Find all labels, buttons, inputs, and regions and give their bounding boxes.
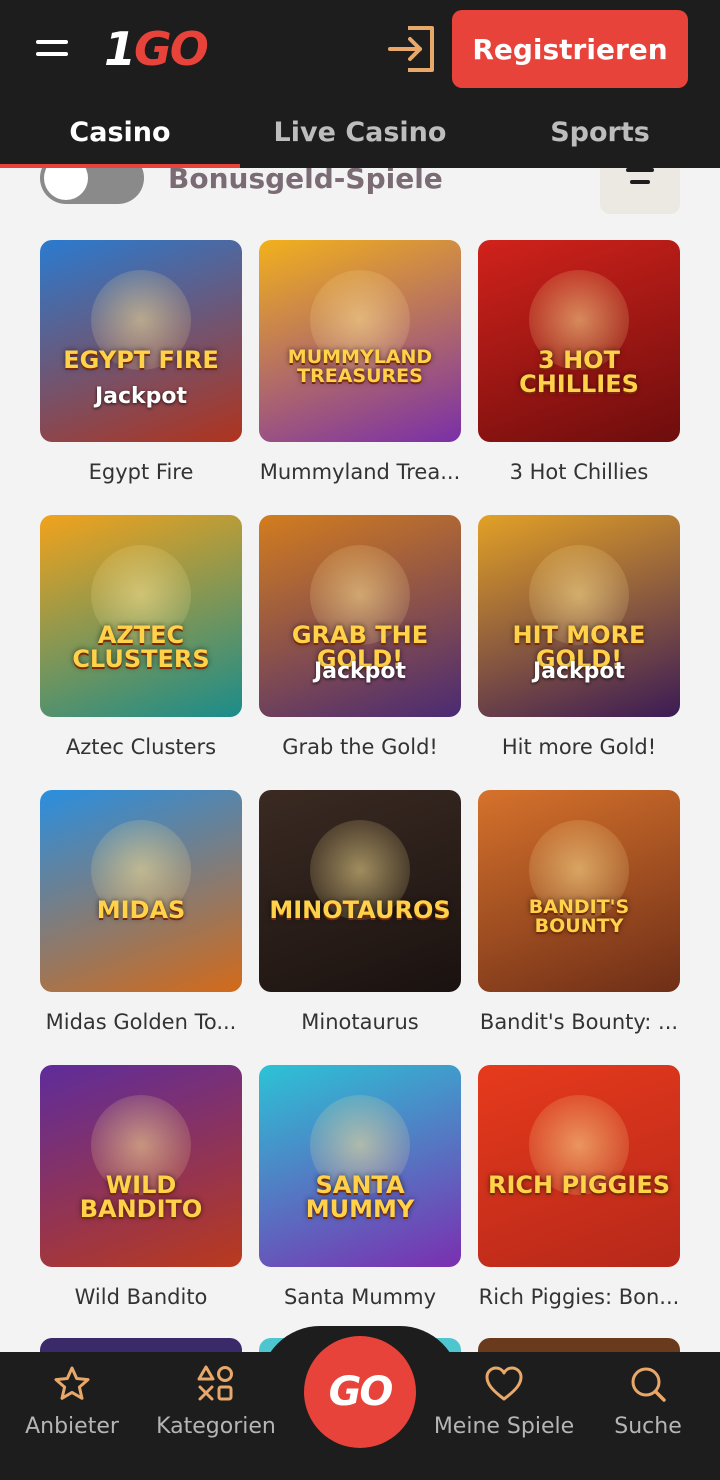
menu-icon[interactable] xyxy=(36,37,68,59)
game-thumbnail[interactable]: EGYPT FIRE Jackpot xyxy=(40,240,242,442)
game-name: Grab the Gold! xyxy=(282,735,438,759)
categories-icon xyxy=(197,1365,233,1401)
game-name: Midas Golden To... xyxy=(45,1010,237,1034)
game-name: Rich Piggies: Bon... xyxy=(478,1285,680,1309)
game-art-title: MIDAS xyxy=(96,896,186,924)
bonus-games-toggle[interactable] xyxy=(40,168,144,204)
casino-page: 1GO Registrieren Casino Live Casino Spor… xyxy=(0,0,720,1480)
game-thumbnail[interactable]: AZTEC CLUSTERS xyxy=(40,515,242,717)
register-button[interactable]: Registrieren xyxy=(452,10,688,88)
main-tabs: Casino Live Casino Sports xyxy=(0,96,720,168)
nav-providers[interactable]: Anbieter xyxy=(22,1352,122,1480)
nav-my-games[interactable]: Meine Spiele xyxy=(432,1352,576,1480)
game-thumbnail[interactable]: MUMMYLAND TREASURES xyxy=(259,240,461,442)
sort-button[interactable] xyxy=(600,168,680,214)
game-thumbnail[interactable]: MIDAS xyxy=(40,790,242,992)
game-thumbnail[interactable]: BANDIT'S BOUNTY xyxy=(478,790,680,992)
game-art-title: MUMMYLAND TREASURES xyxy=(287,346,433,387)
star-icon xyxy=(54,1366,90,1400)
logo-go: GO xyxy=(134,22,209,76)
game-name: 3 Hot Chillies xyxy=(509,460,649,484)
game-card[interactable]: MIDAS Midas Golden To... xyxy=(40,790,242,1034)
game-thumbnail[interactable]: 3 HOT CHILLIES xyxy=(478,240,680,442)
game-thumbnail[interactable]: SANTA MUMMY xyxy=(259,1065,461,1267)
bonus-games-label: Bonusgeld-Spiele xyxy=(168,168,443,195)
nav-search-label: Suche xyxy=(614,1414,682,1439)
heart-icon xyxy=(485,1366,523,1401)
login-icon[interactable] xyxy=(386,24,438,74)
nav-categories-label: Kategorien xyxy=(156,1414,276,1439)
game-thumbnail[interactable]: RICH PIGGIES xyxy=(478,1065,680,1267)
game-art-title: EGYPT FIRE xyxy=(63,346,219,374)
game-art-title: BANDIT'S BOUNTY xyxy=(528,896,630,937)
game-name: Hit more Gold! xyxy=(501,735,657,759)
game-art-title: WILD BANDITO xyxy=(79,1171,203,1223)
game-art-title: SANTA MUMMY xyxy=(305,1171,415,1223)
game-card[interactable]: GRAB THE GOLD! Jackpot Grab the Gold! xyxy=(259,515,461,759)
game-name: Mummyland Trea... xyxy=(259,460,461,484)
filter-row: Bonusgeld-Spiele xyxy=(0,168,720,218)
jackpot-badge: Jackpot xyxy=(313,659,407,684)
nav-my-games-label: Meine Spiele xyxy=(433,1414,575,1439)
toggle-knob xyxy=(44,168,88,200)
game-card[interactable]: MUMMYLAND TREASURES Mummyland Trea... xyxy=(259,240,461,484)
game-card[interactable]: AZTEC CLUSTERS Aztec Clusters xyxy=(40,515,242,759)
game-card[interactable]: WILD BANDITO Wild Bandito xyxy=(40,1065,242,1309)
nav-categories[interactable]: Kategorien xyxy=(156,1352,276,1480)
nav-search[interactable]: Suche xyxy=(600,1352,696,1480)
jackpot-badge: Jackpot xyxy=(532,659,626,684)
logo-one: 1 xyxy=(104,22,136,76)
game-card[interactable]: RICH PIGGIES Rich Piggies: Bon... xyxy=(478,1065,680,1309)
game-art-title: 3 HOT CHILLIES xyxy=(519,346,639,398)
game-card[interactable]: HIT MORE GOLD! Jackpot Hit more Gold! xyxy=(478,515,680,759)
game-card[interactable]: EGYPT FIRE Jackpot Egypt Fire xyxy=(40,240,242,484)
game-art-title: RICH PIGGIES xyxy=(488,1171,670,1199)
game-card[interactable]: BANDIT'S BOUNTY Bandit's Bounty: ... xyxy=(478,790,680,1034)
tab-casino[interactable]: Casino xyxy=(0,96,240,168)
game-name: Aztec Clusters xyxy=(65,735,217,759)
game-name: Bandit's Bounty: ... xyxy=(479,1010,679,1034)
game-thumbnail[interactable]: GRAB THE GOLD! Jackpot xyxy=(259,515,461,717)
tab-sports[interactable]: Sports xyxy=(480,96,720,168)
nav-providers-label: Anbieter xyxy=(25,1414,119,1439)
top-header: 1GO Registrieren xyxy=(0,0,720,96)
game-name: Minotaurus xyxy=(301,1010,419,1034)
game-name: Egypt Fire xyxy=(88,460,194,484)
game-name: Santa Mummy xyxy=(283,1285,437,1309)
game-card[interactable]: MINOTAUROS Minotaurus xyxy=(259,790,461,1034)
jackpot-badge: Jackpot xyxy=(94,384,188,409)
game-card[interactable]: SANTA MUMMY Santa Mummy xyxy=(259,1065,461,1309)
game-thumbnail[interactable]: MINOTAUROS xyxy=(259,790,461,992)
game-art-title: AZTEC CLUSTERS xyxy=(72,621,210,673)
game-card[interactable]: 3 HOT CHILLIES 3 Hot Chillies xyxy=(478,240,680,484)
game-art-title: MINOTAUROS xyxy=(269,896,451,924)
brand-logo[interactable]: 1GO xyxy=(104,22,209,76)
game-thumbnail[interactable]: HIT MORE GOLD! Jackpot xyxy=(478,515,680,717)
game-thumbnail[interactable]: WILD BANDITO xyxy=(40,1065,242,1267)
tab-live-casino[interactable]: Live Casino xyxy=(240,96,480,168)
game-name: Wild Bandito xyxy=(74,1285,208,1309)
search-icon xyxy=(631,1367,666,1402)
go-button[interactable]: GO xyxy=(304,1336,416,1448)
